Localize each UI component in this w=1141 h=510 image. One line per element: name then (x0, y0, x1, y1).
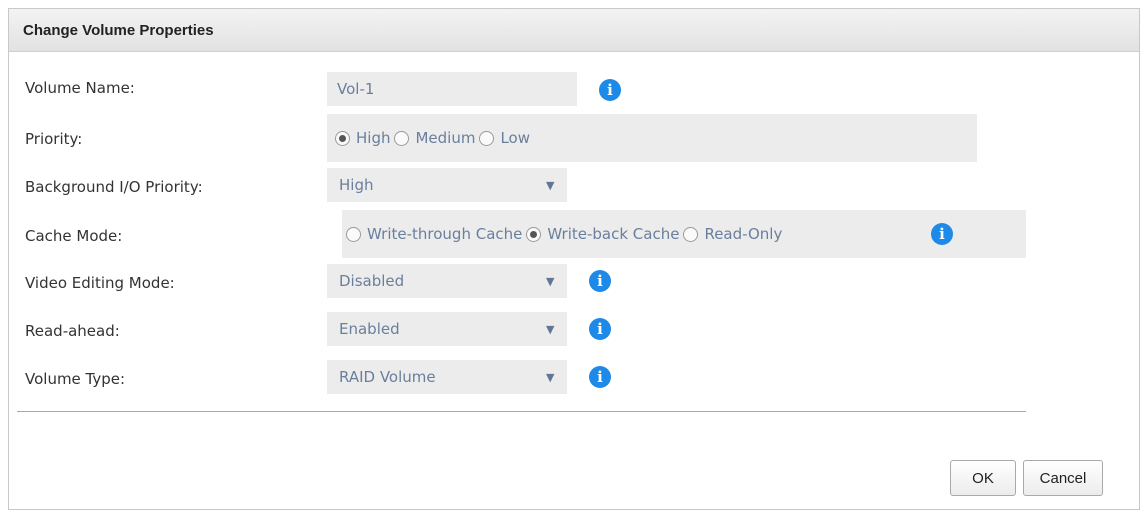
dialog-title: Change Volume Properties (23, 22, 214, 39)
priority-radio-group: High Medium Low (327, 114, 977, 162)
info-icon[interactable]: i (589, 318, 611, 340)
volume-type-value: RAID Volume (339, 368, 436, 386)
volume-name-input[interactable]: Vol-1 (327, 72, 577, 106)
chevron-down-icon: ▼ (546, 275, 555, 288)
cancel-button[interactable]: Cancel (1023, 460, 1103, 496)
volume-type-label: Volume Type: (25, 370, 126, 388)
dialog-title-bar: Change Volume Properties (9, 9, 1139, 52)
radio-unchecked-icon (683, 226, 699, 242)
background-io-priority-select[interactable]: High ▼ (327, 168, 567, 202)
video-editing-mode-value: Disabled (339, 272, 405, 290)
volume-name-value: Vol-1 (337, 80, 375, 98)
radio-checked-icon (335, 130, 350, 146)
info-icon[interactable]: i (589, 366, 611, 388)
chevron-down-icon: ▼ (546, 371, 555, 384)
priority-low-label: Low (500, 129, 531, 147)
read-ahead-select[interactable]: Enabled ▼ (327, 312, 567, 346)
cache-mode-radio-group: Write-through Cache Write-back Cache Rea… (342, 210, 1026, 258)
priority-medium-radio[interactable]: Medium (394, 129, 475, 147)
cache-mode-write-through-radio[interactable]: Write-through Cache (346, 225, 522, 243)
radio-checked-icon (526, 226, 542, 242)
cache-mode-write-through-label: Write-through Cache (367, 225, 523, 243)
info-icon[interactable]: i (599, 79, 621, 101)
chevron-down-icon: ▼ (546, 179, 555, 192)
priority-low-radio[interactable]: Low (479, 129, 530, 147)
ok-button[interactable]: OK (950, 460, 1016, 496)
cache-mode-write-back-radio[interactable]: Write-back Cache (526, 225, 679, 243)
priority-high-label: High (356, 129, 391, 147)
cache-mode-read-only-label: Read-Only (704, 225, 783, 243)
priority-medium-label: Medium (415, 129, 476, 147)
video-editing-mode-select[interactable]: Disabled ▼ (327, 264, 567, 298)
read-ahead-label: Read-ahead: (25, 322, 120, 340)
radio-unchecked-icon (479, 130, 495, 146)
priority-label: Priority: (25, 130, 83, 148)
volume-type-select[interactable]: RAID Volume ▼ (327, 360, 567, 394)
info-icon[interactable]: i (589, 270, 611, 292)
change-volume-properties-dialog: Change Volume Properties Volume Name: Vo… (8, 8, 1140, 510)
radio-unchecked-icon (394, 130, 410, 146)
background-io-priority-value: High (339, 176, 374, 194)
priority-high-radio[interactable]: High (335, 129, 390, 147)
cache-mode-read-only-radio[interactable]: Read-Only (683, 225, 782, 243)
video-editing-mode-label: Video Editing Mode: (25, 274, 175, 292)
chevron-down-icon: ▼ (546, 323, 555, 336)
volume-name-label: Volume Name: (25, 79, 135, 97)
divider (17, 411, 1026, 412)
cache-mode-label: Cache Mode: (25, 227, 123, 245)
info-icon[interactable]: i (931, 223, 953, 245)
read-ahead-value: Enabled (339, 320, 400, 338)
radio-unchecked-icon (346, 226, 361, 242)
background-io-priority-label: Background I/O Priority: (25, 178, 203, 196)
cache-mode-write-back-label: Write-back Cache (547, 225, 680, 243)
